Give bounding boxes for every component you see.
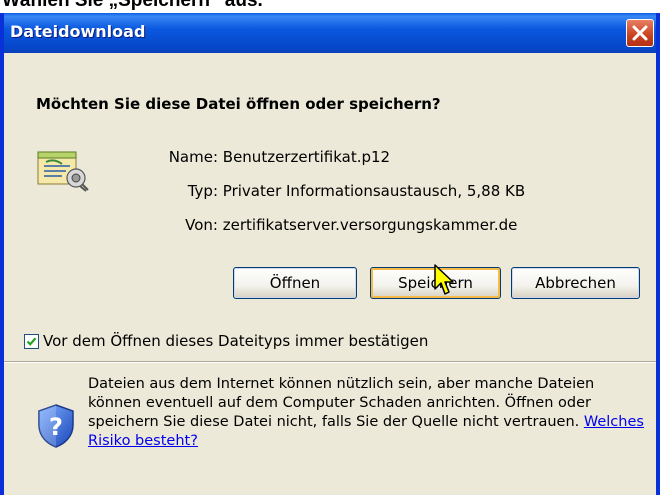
file-from-value: zertifikatserver.versorgungskammer.de xyxy=(222,216,518,234)
certificate-file-icon xyxy=(37,151,89,192)
warning-text: Dateien aus dem Internet können nützlich… xyxy=(88,376,595,430)
always-confirm-checkbox[interactable] xyxy=(24,333,39,349)
mouse-pointer-icon xyxy=(434,264,454,295)
dialog-question: Möchten Sie diese Datei öffnen oder spei… xyxy=(36,95,441,113)
file-type-value: Privater Informationsaustausch, 5,88 KB xyxy=(222,182,526,200)
security-warning: Dateien aus dem Internet können nützlich… xyxy=(88,375,648,451)
file-from-row: Von: zertifikatserver.versorgungskammer.… xyxy=(164,216,517,234)
file-name-value: Benutzerzertifikat.p12 xyxy=(222,148,391,166)
close-button[interactable] xyxy=(626,19,654,47)
dialog-warning-section: ? Dateien aus dem Internet können nützli… xyxy=(4,363,656,495)
file-download-dialog: Dateidownload Möchten Sie diese Datei öf… xyxy=(0,13,660,495)
file-name-label: Name: xyxy=(168,148,218,166)
cancel-button[interactable]: Abbrechen xyxy=(511,267,640,299)
file-type-label: Typ: xyxy=(187,182,218,200)
file-type-row: Typ: Privater Informationsaustausch, 5,8… xyxy=(164,182,525,200)
close-icon xyxy=(632,25,648,41)
dialog-upper-section: Möchten Sie diese Datei öffnen oder spei… xyxy=(4,53,656,361)
always-confirm-label: Vor dem Öffnen dieses Dateityps immer be… xyxy=(43,332,429,350)
title-bar[interactable]: Dateidownload xyxy=(4,13,656,53)
checkmark-icon xyxy=(26,336,37,346)
open-button[interactable]: Öffnen xyxy=(233,267,357,299)
file-from-label: Von: xyxy=(185,216,218,234)
security-shield-icon: ? xyxy=(38,404,74,448)
file-name-row: Name: Benutzerzertifikat.p12 xyxy=(164,148,390,166)
svg-text:?: ? xyxy=(49,413,63,441)
always-confirm-row: Vor dem Öffnen dieses Dateityps immer be… xyxy=(24,332,428,350)
background-caption: Wählen Sie „Speichern“ aus. xyxy=(2,0,263,11)
dialog-title: Dateidownload xyxy=(10,22,146,41)
